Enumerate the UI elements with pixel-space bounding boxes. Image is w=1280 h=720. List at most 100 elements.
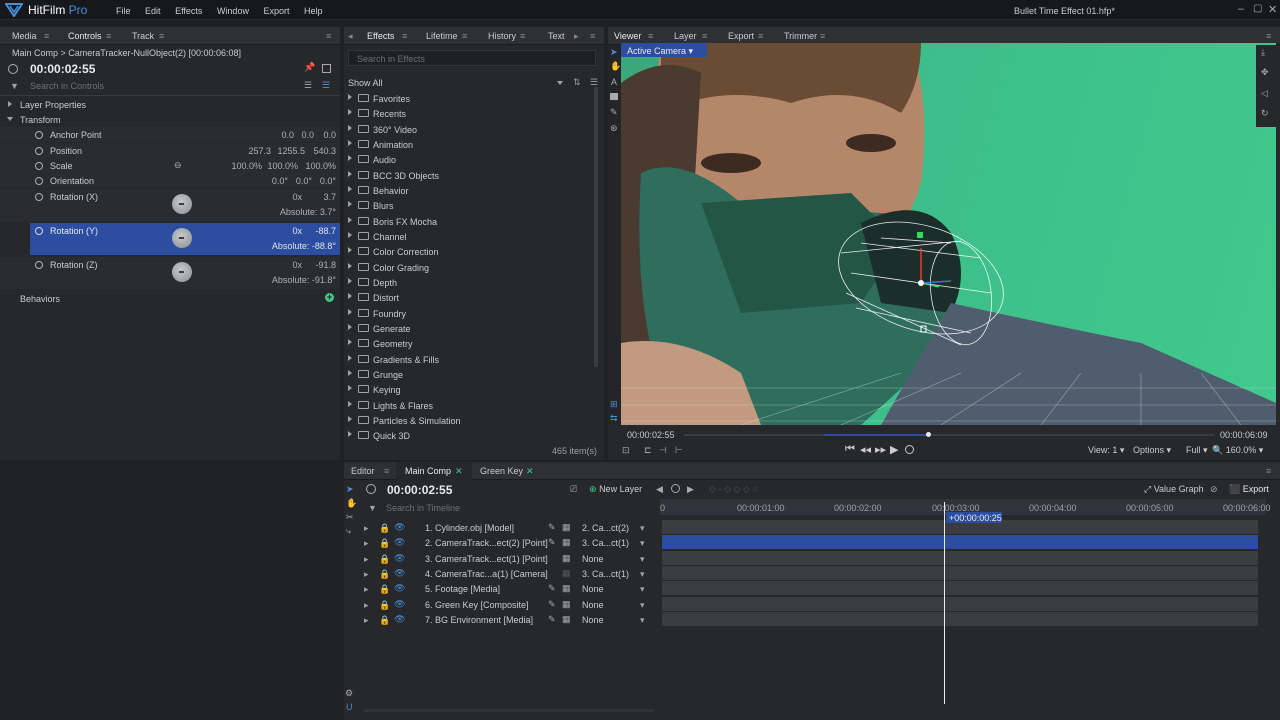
effects-search-input[interactable]: Search in Effects bbox=[348, 50, 596, 66]
list-item[interactable]: Lights & Flares bbox=[344, 398, 594, 413]
keyframe-toggle-icon[interactable] bbox=[35, 131, 43, 139]
menu-window[interactable]: Window bbox=[217, 6, 249, 16]
list-item[interactable]: Depth bbox=[344, 275, 594, 290]
edit-icon[interactable]: ✎ bbox=[548, 614, 556, 625]
tab-menu-icon[interactable]: ≡ bbox=[44, 31, 49, 41]
rotation-dial[interactable] bbox=[172, 228, 192, 248]
blend-icon[interactable]: ▦ bbox=[562, 537, 571, 548]
list-item[interactable]: Geometry bbox=[344, 336, 594, 351]
keyframe-toggle-icon[interactable] bbox=[35, 162, 43, 170]
prop-scale[interactable]: Scale ⊖ 100.0% 100.0% 100.0% bbox=[0, 158, 340, 173]
list-item[interactable]: Keying bbox=[344, 382, 594, 397]
chevron-down-icon[interactable]: ▾ bbox=[640, 615, 645, 626]
new-layer-button[interactable]: ⊕ New Layer bbox=[589, 484, 642, 495]
tab-scroll-right-icon[interactable]: ▸ bbox=[574, 31, 579, 42]
track-bar[interactable] bbox=[662, 597, 1258, 611]
snap-icon[interactable]: ⊘ bbox=[1210, 484, 1218, 495]
track-bar[interactable] bbox=[662, 551, 1258, 565]
list-item[interactable]: Blurs bbox=[344, 198, 594, 213]
list-item[interactable]: Color Grading bbox=[344, 260, 594, 275]
list-item[interactable]: Audio bbox=[344, 152, 594, 167]
chevron-down-icon[interactable]: ▾ bbox=[640, 600, 645, 611]
go-to-start-icon[interactable]: ⏮ bbox=[845, 443, 855, 456]
tab-menu-icon[interactable]: ≡ bbox=[520, 31, 525, 41]
visibility-icon[interactable]: 👁 bbox=[394, 522, 405, 533]
blend-icon[interactable]: ▦ bbox=[562, 553, 571, 564]
expand-arrow-icon[interactable]: ▸ bbox=[364, 569, 369, 580]
tab-menu-icon[interactable]: ≡ bbox=[159, 31, 164, 41]
next-keyframe-icon[interactable]: ▶ bbox=[687, 484, 694, 495]
tab-menu-icon[interactable]: ≡ bbox=[758, 31, 763, 41]
blend-icon[interactable]: ▦ bbox=[562, 583, 571, 594]
menu-effects[interactable]: Effects bbox=[175, 6, 202, 16]
options-select[interactable]: Options ▾ bbox=[1133, 445, 1171, 456]
menu-export[interactable]: Export bbox=[263, 6, 289, 16]
visibility-icon[interactable]: 👁 bbox=[394, 553, 405, 564]
viewer-canvas[interactable]: Active Camera ▾ bbox=[621, 43, 1276, 425]
chevron-down-icon[interactable]: ▾ bbox=[640, 584, 645, 595]
visibility-icon[interactable]: 👁 bbox=[394, 583, 405, 594]
list-item[interactable]: Channel bbox=[344, 229, 594, 244]
timeline-playhead[interactable] bbox=[944, 502, 945, 704]
table-row[interactable]: ▸ 🔒 👁 3. CameraTrack...ect(1) [Point] ▦ … bbox=[364, 551, 664, 566]
list-item[interactable]: Particles & Simulation bbox=[344, 413, 594, 428]
prop-orientation[interactable]: Orientation 0.0° 0.0° 0.0° bbox=[0, 173, 340, 188]
tab-close-icon[interactable]: ✕ bbox=[526, 466, 534, 477]
list-item[interactable]: Gradients & Fills bbox=[344, 352, 594, 367]
edit-icon[interactable]: ✎ bbox=[548, 522, 556, 533]
list-item[interactable]: Animation bbox=[344, 137, 594, 152]
blend-icon[interactable]: ▦ bbox=[562, 614, 571, 625]
keyframe-toggle-icon[interactable] bbox=[35, 193, 43, 201]
expand-arrow-icon[interactable] bbox=[8, 101, 12, 107]
filter-icon[interactable]: ▼ bbox=[10, 81, 19, 91]
tab-close-icon[interactable]: ✕ bbox=[455, 466, 463, 477]
table-row[interactable]: ▸ 🔒 👁 5. Footage [Media] ✎ ▦ None ▾ bbox=[364, 581, 664, 596]
tab-lifetime[interactable]: Lifetime bbox=[426, 31, 458, 41]
tab-controls[interactable]: Controls bbox=[68, 31, 102, 41]
keyframe-icon[interactable] bbox=[671, 484, 680, 493]
text-tool-icon[interactable]: A bbox=[611, 77, 617, 87]
play-icon[interactable]: ▶ bbox=[890, 443, 898, 456]
chevron-down-icon[interactable]: ▾ bbox=[640, 569, 645, 580]
prev-keyframe-icon[interactable]: ◀ bbox=[656, 484, 663, 495]
sort-icon[interactable]: ⇅ bbox=[573, 77, 581, 88]
collapse-arrow-icon[interactable] bbox=[7, 117, 13, 121]
mark-out-icon[interactable]: ⊢ bbox=[675, 445, 683, 456]
tab-menu-icon[interactable]: ≡ bbox=[702, 31, 707, 41]
step-forward-icon[interactable]: ▸▸ bbox=[875, 443, 886, 456]
transform-group[interactable]: Transform bbox=[20, 115, 61, 125]
visibility-icon[interactable]: 👁 bbox=[394, 537, 405, 548]
scrubber-playhead[interactable] bbox=[925, 432, 931, 437]
hand-tool-icon[interactable]: ✋ bbox=[610, 61, 621, 72]
table-row[interactable]: ▸ 🔒 👁 7. BG Environment [Media] ✎ ▦ None… bbox=[364, 612, 664, 627]
close-button[interactable]: ✕ bbox=[1268, 3, 1277, 16]
chevron-down-icon[interactable]: ▾ bbox=[640, 538, 645, 549]
tab-menu-icon[interactable]: ≡ bbox=[462, 31, 467, 41]
view-select[interactable]: View: 1 ▾ bbox=[1088, 445, 1124, 456]
mark-in-icon[interactable]: ⊣ bbox=[659, 445, 667, 456]
razor-tool-icon[interactable]: ✂ bbox=[346, 512, 354, 523]
value-graph-button[interactable]: ⤢ Value Graph bbox=[1144, 484, 1204, 495]
zoom-select[interactable]: 🔍 160.0% ▾ bbox=[1212, 445, 1263, 456]
blend-icon[interactable]: ▦ bbox=[562, 568, 571, 579]
visibility-icon[interactable]: 👁 bbox=[394, 599, 405, 610]
visibility-icon[interactable]: 👁 bbox=[394, 614, 405, 625]
link-toggle-icon[interactable]: ⇆ bbox=[610, 413, 618, 424]
minimize-button[interactable]: – bbox=[1238, 3, 1244, 15]
filter-icon[interactable]: ▼ bbox=[368, 503, 377, 513]
effects-scrollbar[interactable] bbox=[594, 87, 598, 367]
expand-arrow-icon[interactable]: ▸ bbox=[364, 523, 369, 534]
table-row[interactable]: ▸ 🔒 👁 6. Green Key [Composite] ✎ ▦ None … bbox=[364, 597, 664, 612]
timeline-export-button[interactable]: ⬛ Export bbox=[1229, 484, 1269, 495]
list-item[interactable]: Behavior bbox=[344, 183, 594, 198]
tab-green-key[interactable]: Green Key bbox=[480, 466, 523, 476]
magnet-icon[interactable]: U bbox=[346, 702, 353, 712]
chevron-down-icon[interactable]: ▾ bbox=[640, 554, 645, 565]
expand-arrow-icon[interactable]: ▸ bbox=[364, 615, 369, 626]
lock-icon[interactable]: 🔒 bbox=[379, 569, 390, 580]
keyframe-toggle-icon[interactable] bbox=[35, 261, 43, 269]
fit-view-icon[interactable]: ⊡ bbox=[622, 445, 630, 456]
prop-rotation-x[interactable]: Rotation (X) 0x 3.7 Absolute: 3.7° bbox=[0, 189, 340, 221]
scale-icon[interactable]: ◁ bbox=[1261, 88, 1268, 99]
edit-icon[interactable]: ✎ bbox=[548, 599, 556, 610]
